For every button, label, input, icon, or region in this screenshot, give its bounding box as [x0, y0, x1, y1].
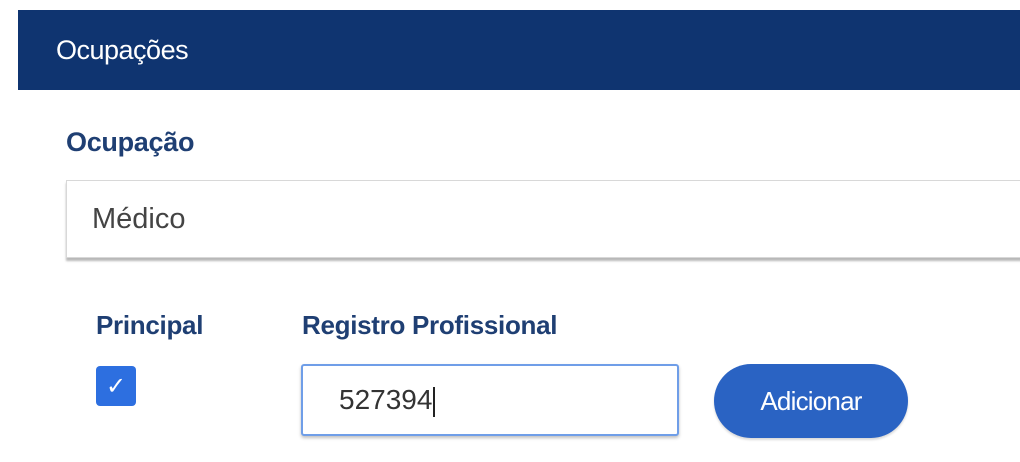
principal-label: Principal: [96, 310, 204, 340]
text-caret: [433, 386, 436, 417]
occupation-label: Ocupação: [66, 127, 195, 157]
panel-header: Ocupações: [18, 10, 1020, 90]
occupation-select[interactable]: Médico: [66, 180, 1020, 258]
occupation-selected-value: Médico: [92, 203, 186, 235]
registro-profissional-label: Registro Profissional: [302, 310, 558, 340]
registro-profissional-value: 527394: [339, 384, 433, 415]
check-icon: ✓: [105, 372, 127, 400]
occupations-panel: Ocupações Ocupação Médico Principal ✓ Re…: [18, 10, 1020, 462]
add-button[interactable]: Adicionar: [714, 364, 908, 438]
principal-checkbox[interactable]: ✓: [96, 366, 136, 406]
panel-title: Ocupações: [56, 35, 189, 65]
registro-profissional-input[interactable]: 527394: [301, 364, 679, 436]
